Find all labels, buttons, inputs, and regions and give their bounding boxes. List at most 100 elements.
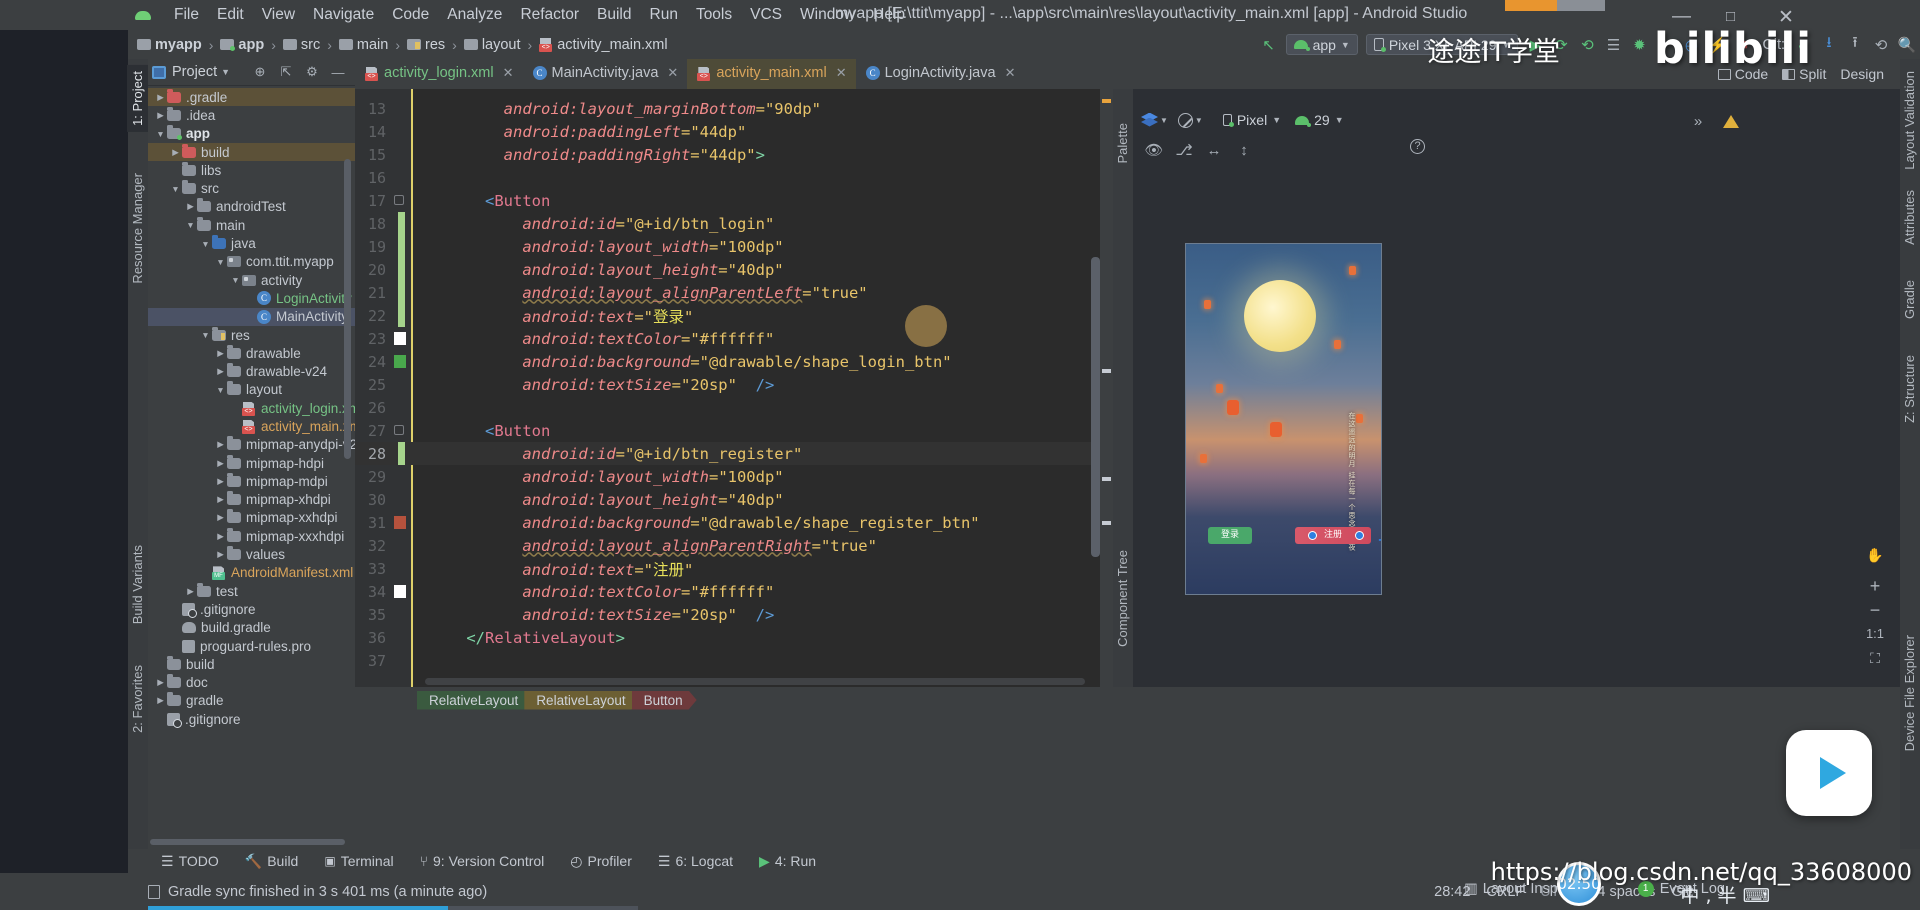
code-line-21[interactable]: 21 android:layout_alignParentLeft="true" xyxy=(355,281,1113,304)
git-push-icon[interactable]: ⭱ xyxy=(1842,33,1868,57)
sidebar-tab-resource-manager[interactable]: Resource Manager xyxy=(127,167,148,290)
code-line-36[interactable]: 36 </RelativeLayout> xyxy=(355,626,1113,649)
code-line-32[interactable]: 32 android:layout_alignParentRight="true… xyxy=(355,534,1113,557)
chevron-right-icon[interactable]: ▶ xyxy=(184,201,197,212)
chevron-right-icon[interactable]: ▶ xyxy=(214,348,227,359)
tool-window-version-control[interactable]: ⑂ 9: Version Control xyxy=(407,853,558,869)
editor-tab-activity-main-xml[interactable]: activity_main.xml ✕ xyxy=(687,59,856,89)
layers-icon[interactable] xyxy=(1141,113,1158,128)
component-chip-button[interactable]: Button xyxy=(632,691,697,710)
warning-icon[interactable] xyxy=(1723,114,1739,128)
chevron-down-icon[interactable]: ▼ xyxy=(1195,116,1203,125)
editor-tab-activity-login-xml[interactable]: activity_login.xml ✕ xyxy=(355,59,523,89)
component-chip-relativelayout-root[interactable]: RelativeLayout xyxy=(417,691,532,710)
code-line-22[interactable]: 22 android:text="登录" xyxy=(355,304,1113,327)
chevron-right-icon[interactable]: ▶ xyxy=(214,439,227,450)
tree-item-layout[interactable]: ▼ layout xyxy=(148,381,355,399)
chevron-right-icon[interactable]: ▶ xyxy=(214,512,227,523)
selection-handle[interactable] xyxy=(1308,531,1317,540)
chevron-right-icon[interactable]: ▶ xyxy=(154,110,167,121)
chevron-right-icon[interactable]: ▶ xyxy=(214,531,227,542)
menu-file[interactable]: File xyxy=(165,2,208,28)
code-line-35[interactable]: 35 android:textSize="20sp" /> xyxy=(355,603,1113,626)
chevron-right-icon[interactable]: ▶ xyxy=(154,92,167,103)
chevron-down-icon[interactable]: ▼ xyxy=(154,129,167,139)
chevron-right-icon[interactable]: ▶ xyxy=(214,476,227,487)
eye-icon[interactable]: 👁 xyxy=(1141,138,1167,162)
sidebar-tab-gradle[interactable]: Gradle xyxy=(1899,274,1920,325)
tool-window-profiler[interactable]: ◴ Profiler xyxy=(557,853,645,870)
project-panel-scrollbar[interactable] xyxy=(344,159,351,459)
marker-change[interactable] xyxy=(1102,477,1111,481)
tree-item-mipmap-anydpi-v26[interactable]: ▶ mipmap-anydpi-v26 xyxy=(148,436,365,454)
collapse-all-icon[interactable]: ⇱ xyxy=(273,60,299,84)
breadcrumb-item-myapp[interactable]: myapp xyxy=(137,37,202,53)
zoom-level-label[interactable]: 1:1 xyxy=(1864,622,1886,644)
chevron-down-icon[interactable]: ▼ xyxy=(1160,116,1168,125)
menu-edit[interactable]: Edit xyxy=(208,2,253,28)
menu-tools[interactable]: Tools xyxy=(687,2,741,28)
tree-item-src[interactable]: ▼ src xyxy=(148,179,355,197)
expand-chevrons-icon[interactable]: » xyxy=(1685,109,1711,133)
back-arrow-icon[interactable]: ↖ xyxy=(1256,33,1282,57)
color-swatch-red[interactable] xyxy=(394,516,406,529)
code-line-13[interactable]: 13 android:layout_marginBottom="90dp" xyxy=(355,97,1113,120)
apply-code-changes-icon[interactable]: ⟲ xyxy=(1574,33,1600,57)
editor-tab-mainactivity-java[interactable]: C MainActivity.java ✕ xyxy=(523,59,688,89)
preview-login-button[interactable]: 登录 xyxy=(1208,527,1252,544)
marker-change[interactable] xyxy=(1102,369,1111,373)
tree-item-activity-login-xml[interactable]: activity_login.xml xyxy=(148,399,363,417)
tree-item-build[interactable]: build xyxy=(148,655,355,673)
code-line-25[interactable]: 25 android:textSize="20sp" /> xyxy=(355,373,1113,396)
run-configuration-selector[interactable]: app ▼ xyxy=(1285,34,1358,55)
locate-icon[interactable]: ⊕ xyxy=(247,60,273,84)
breadcrumb-item-main[interactable]: main xyxy=(338,37,388,53)
menu-build[interactable]: Build xyxy=(588,2,640,28)
tree-item-app[interactable]: ▼ app xyxy=(148,125,355,143)
tree-item-mainactivity[interactable]: C MainActivity xyxy=(148,307,355,326)
tree-item-androidmanifest-xml[interactable]: AndroidManifest.xml xyxy=(148,564,355,582)
menu-refactor[interactable]: Refactor xyxy=(511,2,588,28)
editor-tab-loginactivity-java[interactable]: C LoginActivity.java ✕ xyxy=(856,59,1025,89)
close-icon[interactable]: ✕ xyxy=(503,65,514,81)
design-tab-component-tree[interactable]: Component Tree xyxy=(1112,544,1133,653)
sidebar-tab-favorites[interactable]: 2: Favorites xyxy=(127,659,148,739)
device-preview[interactable]: 在这遥远的明月 挂在每一个思念你的夜 登录 注册 ➔ xyxy=(1185,243,1382,595)
sidebar-tab-attributes-outer[interactable]: Attributes xyxy=(1899,184,1920,251)
component-chip-relativelayout-child[interactable]: RelativeLayout xyxy=(524,691,639,710)
code-line-18[interactable]: 18 android:id="@+id/btn_login" xyxy=(355,212,1113,235)
chevron-down-icon[interactable]: ▼ xyxy=(169,184,182,194)
close-icon[interactable]: ✕ xyxy=(667,65,678,81)
mode-design[interactable]: Design xyxy=(1840,66,1884,82)
horizontal-constraint-icon[interactable]: ↔ xyxy=(1201,138,1227,162)
selection-handle[interactable] xyxy=(1355,531,1364,540)
breadcrumb-item-res[interactable]: res xyxy=(407,37,445,53)
code-line-37[interactable]: 37 xyxy=(355,649,1113,672)
code-line-14[interactable]: 14 android:paddingLeft="44dp" xyxy=(355,120,1113,143)
tool-window-build[interactable]: 🔨 Build xyxy=(232,853,312,870)
code-fold-icon[interactable] xyxy=(394,195,404,205)
chevron-down-icon[interactable]: ▼ xyxy=(214,257,227,267)
editor-horizontal-scrollbar[interactable] xyxy=(425,678,1085,685)
tree-item-java[interactable]: ▼ java xyxy=(148,234,355,252)
tree-item-test[interactable]: ▶ test xyxy=(148,582,355,600)
chevron-right-icon[interactable]: ▶ xyxy=(214,549,227,560)
code-lines[interactable]: 13 android:layout_marginBottom="90dp" 14 … xyxy=(355,97,1113,672)
project-panel-hscrollbar[interactable] xyxy=(150,839,345,845)
tree-item--gitignore[interactable]: .gitignore xyxy=(148,710,355,728)
chevron-down-icon[interactable]: ▼ xyxy=(199,239,212,249)
git-history-icon[interactable]: ⟲ xyxy=(1868,33,1894,57)
tree-item-mipmap-xxxhdpi[interactable]: ▶ mipmap-xxxhdpi xyxy=(148,527,355,545)
code-line-23[interactable]: 23 android:textColor="#ffffff" xyxy=(355,327,1113,350)
breadcrumb-item-activity-main[interactable]: activity_main.xml xyxy=(539,37,668,53)
close-icon[interactable]: ✕ xyxy=(836,65,847,81)
design-tab-palette[interactable]: Palette xyxy=(1112,117,1133,169)
breadcrumb-item-app[interactable]: app xyxy=(220,37,264,53)
chevron-right-icon[interactable]: ▶ xyxy=(214,366,227,377)
code-line-27[interactable]: 27 <Button xyxy=(355,419,1113,442)
git-commit-icon[interactable]: ⭳ xyxy=(1816,33,1842,57)
tool-window-terminal[interactable]: ▣ Terminal xyxy=(311,853,406,869)
menu-run[interactable]: Run xyxy=(641,2,687,28)
code-line-20[interactable]: 20 android:layout_height="40dp" xyxy=(355,258,1113,281)
design-device-selector[interactable]: Pixel ▼ xyxy=(1217,110,1287,131)
